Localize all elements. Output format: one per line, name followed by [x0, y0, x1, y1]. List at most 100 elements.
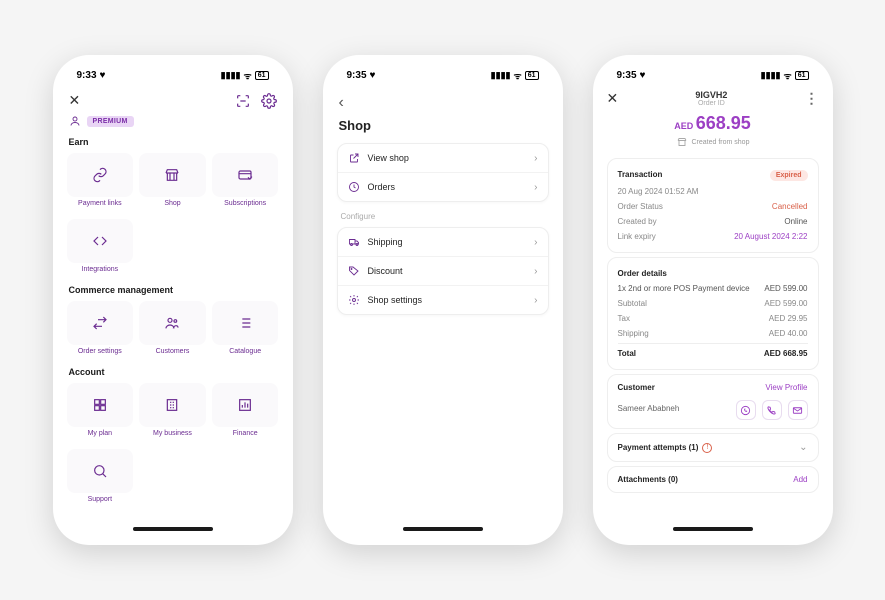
- signal-icon: ▮▮▮▮: [761, 70, 781, 81]
- view-profile-link[interactable]: View Profile: [765, 383, 807, 392]
- user-icon: [69, 115, 81, 127]
- expired-badge: Expired: [770, 170, 808, 181]
- order-amount: AED 668.95: [605, 107, 821, 136]
- row-shop-settings[interactable]: Shop settings ›: [338, 286, 548, 314]
- close-icon[interactable]: ✕: [69, 92, 81, 109]
- status-label: Order Status: [618, 202, 663, 211]
- wifi-icon: ᯤ: [513, 69, 521, 82]
- row-shipping[interactable]: Shipping ›: [338, 228, 548, 257]
- phone-menu: 9:33 ♥ ▮▮▮▮ ᯤ 61 ✕ PREMIUM Earn Payment …: [53, 55, 293, 545]
- attachments-row: Attachments (0) Add: [607, 466, 819, 493]
- section-commerce: Commerce management: [65, 281, 281, 299]
- building-icon: [164, 397, 180, 413]
- shipping-label: Shipping: [618, 329, 649, 338]
- subtotal-value: AED 599.00: [764, 299, 807, 308]
- tile-integrations[interactable]: [67, 219, 134, 263]
- home-indicator: [133, 527, 213, 531]
- order-details-card: Order details 1x 2nd or more POS Payment…: [607, 257, 819, 370]
- row-orders[interactable]: Orders ›: [338, 173, 548, 201]
- back-icon[interactable]: ‹: [335, 90, 551, 116]
- signal-icon: ▮▮▮▮: [491, 70, 511, 81]
- configure-subhead: Configure: [335, 212, 551, 225]
- chevron-right-icon: ›: [534, 237, 537, 248]
- tag-icon: [348, 265, 360, 277]
- settings-icon[interactable]: [261, 93, 277, 109]
- chevron-right-icon: ›: [534, 182, 537, 193]
- heart-icon: ♥: [370, 70, 376, 81]
- tile-shop[interactable]: [139, 153, 206, 197]
- order-id: 9IGVH2: [618, 90, 804, 100]
- phone-icon[interactable]: [762, 400, 782, 420]
- scan-icon[interactable]: [235, 93, 251, 109]
- created-from: Created from shop: [605, 136, 821, 154]
- row-view-shop[interactable]: View shop ›: [338, 144, 548, 173]
- battery-icon: 61: [795, 71, 809, 80]
- truck-icon: [348, 236, 360, 248]
- chevron-down-icon: ⌄: [799, 442, 807, 453]
- mail-icon[interactable]: [788, 400, 808, 420]
- orders-icon: [348, 181, 360, 193]
- tile-label: Support: [67, 493, 134, 509]
- external-link-icon: [348, 152, 360, 164]
- tile-label: Catalogue: [212, 345, 279, 361]
- customer-label: Customer: [618, 383, 655, 392]
- tile-subscriptions[interactable]: [212, 153, 279, 197]
- tile-label: Finance: [212, 427, 279, 443]
- tile-customers[interactable]: [139, 301, 206, 345]
- arrows-icon: [92, 315, 108, 331]
- home-indicator: [403, 527, 483, 531]
- row-label: Orders: [368, 182, 396, 192]
- tile-order-settings[interactable]: [67, 301, 134, 345]
- link-icon: [92, 167, 108, 183]
- row-label: View shop: [368, 153, 409, 163]
- tile-payment-links[interactable]: [67, 153, 134, 197]
- customer-card: Customer View Profile Sameer Ababneh: [607, 374, 819, 429]
- warning-icon: !: [702, 443, 712, 453]
- close-icon[interactable]: ✕: [607, 90, 619, 107]
- card-icon: [237, 167, 253, 183]
- details-label: Order details: [618, 269, 667, 278]
- premium-badge: PREMIUM: [87, 116, 134, 127]
- status-bar: 9:35 ♥ ▮▮▮▮ ᯤ 61: [335, 65, 551, 90]
- battery-icon: 61: [525, 71, 539, 80]
- chevron-right-icon: ›: [534, 295, 537, 306]
- shop-main-list: View shop › Orders ›: [337, 143, 549, 202]
- created-by-label: Created by: [618, 217, 657, 226]
- customer-name: Sameer Ababneh: [618, 404, 680, 413]
- row-discount[interactable]: Discount ›: [338, 257, 548, 286]
- tile-my-plan[interactable]: [67, 383, 134, 427]
- section-earn: Earn: [65, 133, 281, 151]
- add-attachment-link[interactable]: Add: [793, 475, 807, 484]
- row-label: Discount: [368, 266, 403, 276]
- tile-label: Subscriptions: [212, 197, 279, 213]
- shop-configure-list: Shipping › Discount › Shop settings ›: [337, 227, 549, 315]
- tile-label: My plan: [67, 427, 134, 443]
- shop-icon: [164, 167, 180, 183]
- tile-label: Order settings: [67, 345, 134, 361]
- gear-icon: [348, 294, 360, 306]
- tile-label: Payment links: [67, 197, 134, 213]
- tile-catalogue[interactable]: [212, 301, 279, 345]
- transaction-card: Transaction Expired 20 Aug 2024 01:52 AM…: [607, 158, 819, 253]
- time: 9:33: [77, 70, 97, 81]
- status-bar: 9:35 ♥ ▮▮▮▮ ᯤ 61: [605, 65, 821, 90]
- heart-icon: ♥: [640, 70, 646, 81]
- wifi-icon: ᯤ: [783, 69, 791, 82]
- time: 9:35: [347, 70, 367, 81]
- subtotal-label: Subtotal: [618, 299, 647, 308]
- tile-my-business[interactable]: [139, 383, 206, 427]
- users-icon: [164, 315, 180, 331]
- code-icon: [92, 233, 108, 249]
- transaction-label: Transaction: [618, 170, 663, 181]
- row-label: Shipping: [368, 237, 403, 247]
- home-indicator: [673, 527, 753, 531]
- tile-finance[interactable]: [212, 383, 279, 427]
- whatsapp-icon[interactable]: [736, 400, 756, 420]
- line-item: 1x 2nd or more POS Payment device: [618, 284, 750, 293]
- list-icon: [237, 315, 253, 331]
- payment-attempts-label: Payment attempts (1): [618, 443, 699, 452]
- tax-label: Tax: [618, 314, 630, 323]
- more-icon[interactable]: ⋮: [805, 90, 819, 107]
- tile-support[interactable]: [67, 449, 134, 493]
- payment-attempts-row[interactable]: Payment attempts (1) ! ⌄: [607, 433, 819, 462]
